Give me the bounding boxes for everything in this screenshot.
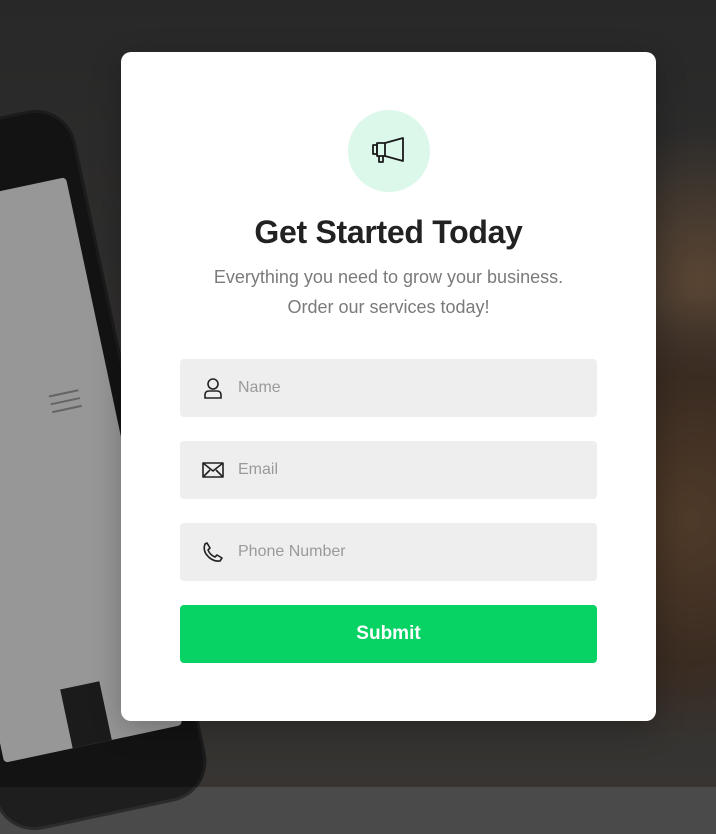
email-input[interactable] — [238, 441, 597, 499]
envelope-icon — [202, 459, 224, 481]
subtitle-line-2: Order our services today! — [287, 297, 490, 317]
submit-button[interactable]: Submit — [180, 605, 597, 663]
megaphone-icon — [372, 137, 404, 163]
email-field[interactable] — [180, 441, 597, 499]
name-field[interactable] — [180, 359, 597, 417]
user-icon — [202, 377, 224, 399]
form-title: Get Started Today — [254, 214, 523, 250]
name-input[interactable] — [238, 359, 597, 417]
form-subtitle: Everything you need to grow your busines… — [161, 262, 616, 322]
phone-field[interactable] — [180, 523, 597, 581]
subtitle-line-1: Everything you need to grow your busines… — [213, 267, 564, 287]
megaphone-badge — [348, 110, 430, 192]
phone-icon — [202, 541, 224, 563]
signup-card: Get Started Today Everything you need to… — [121, 52, 656, 721]
phone-input[interactable] — [238, 523, 597, 581]
